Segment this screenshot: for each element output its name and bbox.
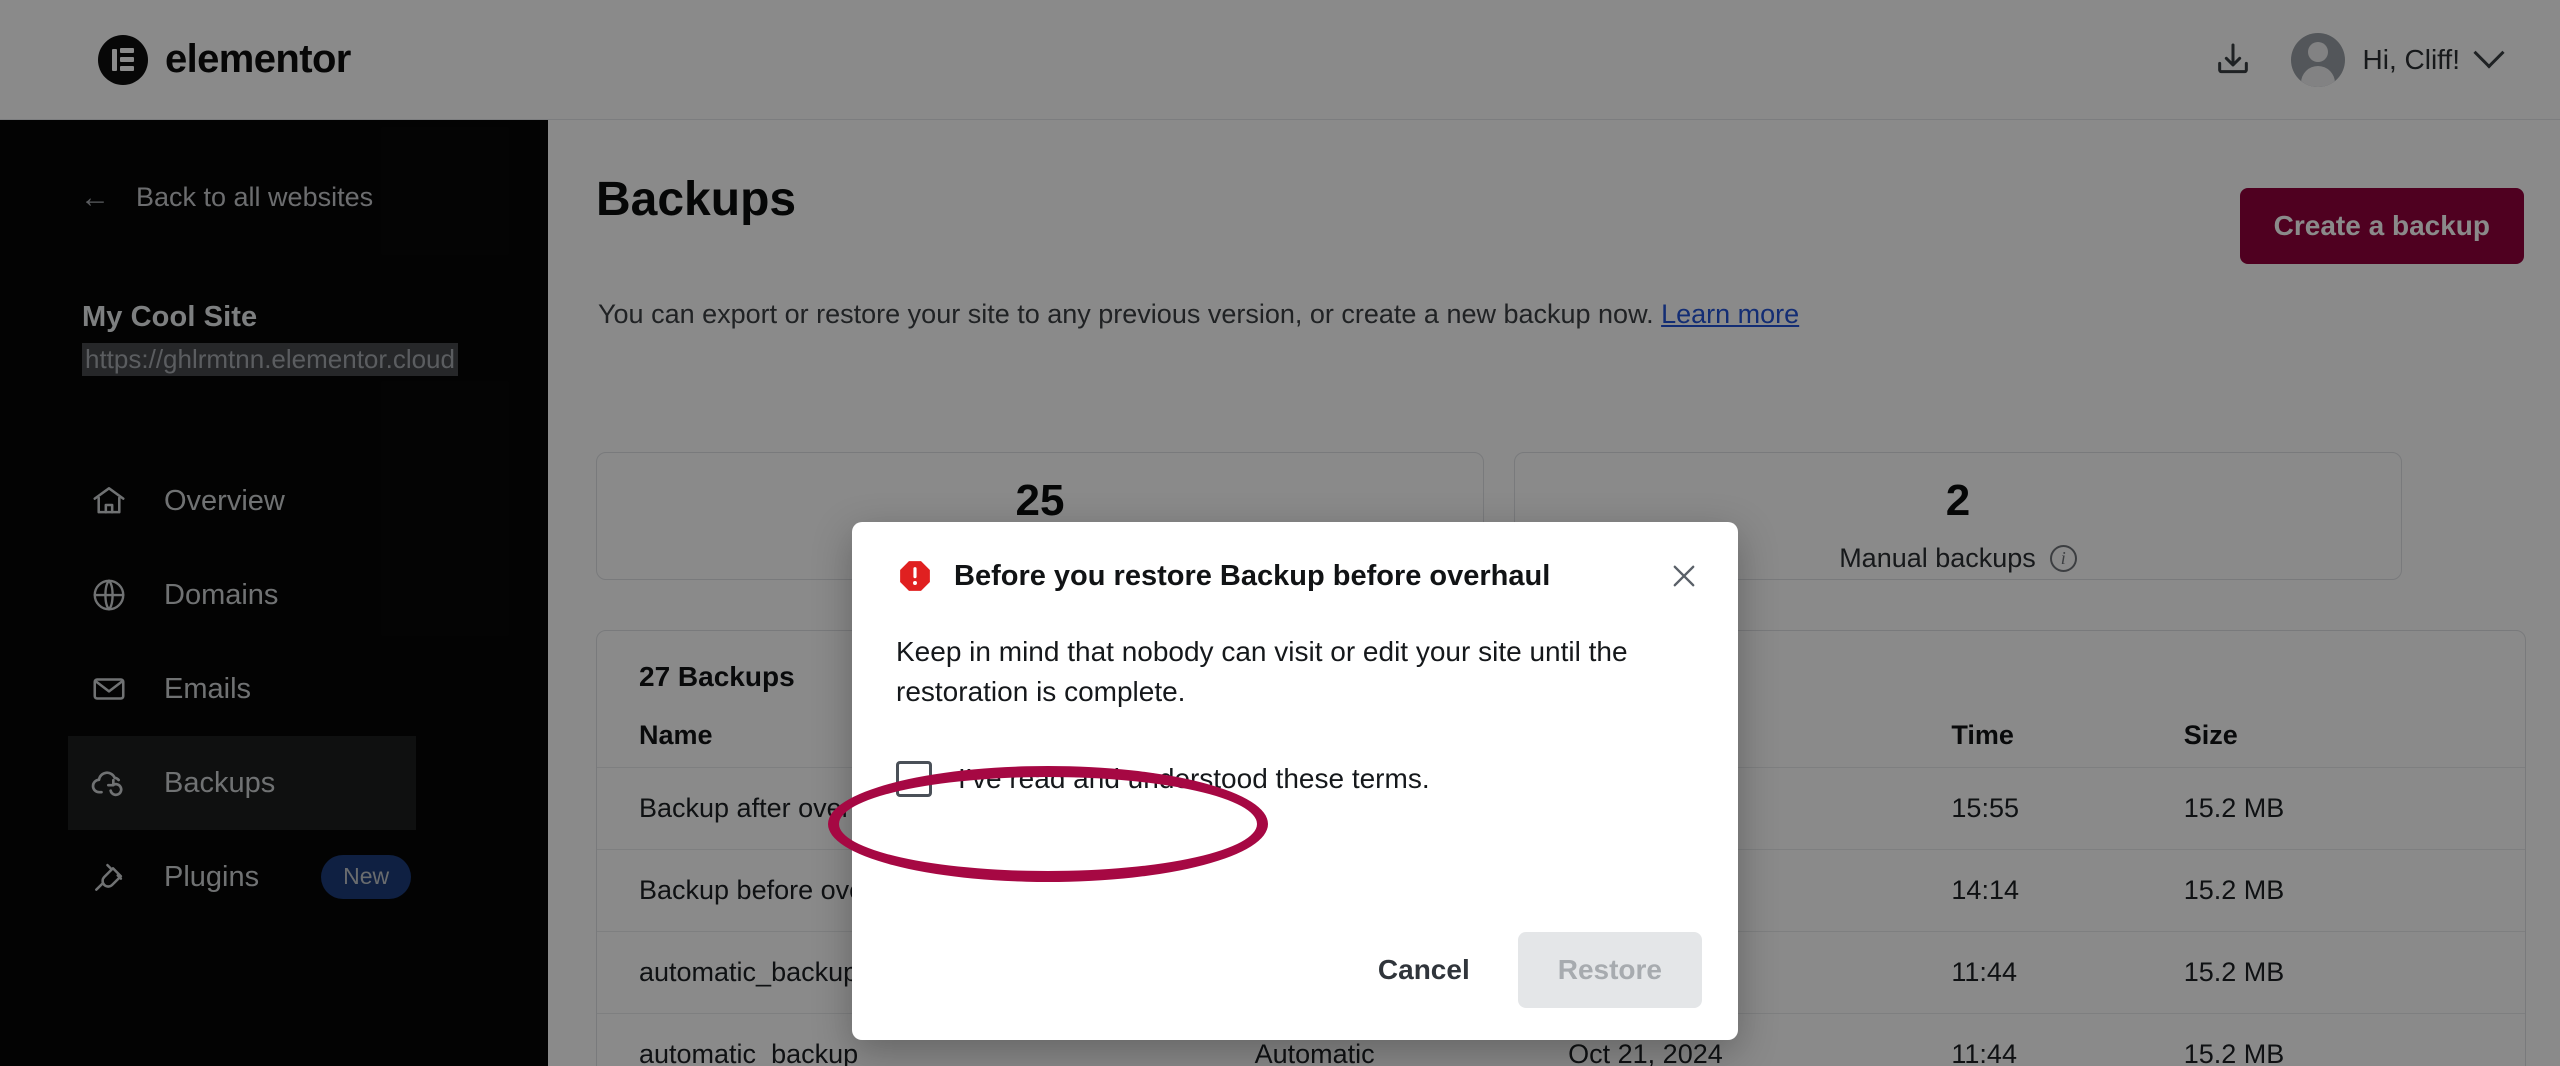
app-root: elementor Hi, Cliff! ← Back to all websi…: [0, 0, 2560, 1066]
terms-checkbox-label[interactable]: I’ve read and understood these terms.: [958, 763, 1430, 795]
dialog-footer: Cancel Restore: [1350, 932, 1702, 1008]
restore-button[interactable]: Restore: [1517, 932, 1702, 1008]
close-icon[interactable]: [1664, 556, 1704, 596]
terms-checkbox[interactable]: [896, 760, 932, 797]
cancel-button[interactable]: Cancel: [1350, 934, 1498, 1006]
terms-agreement-row: I’ve read and understood these terms.: [896, 760, 1668, 797]
restore-confirmation-dialog: Before you restore Backup before overhau…: [852, 522, 1738, 1040]
dialog-header: Before you restore Backup before overhau…: [852, 522, 1738, 596]
dialog-message: Keep in mind that nobody can visit or ed…: [896, 636, 1628, 708]
dialog-body: Keep in mind that nobody can visit or ed…: [852, 596, 1738, 797]
alert-octagon-icon: [896, 557, 934, 595]
dialog-title: Before you restore Backup before overhau…: [954, 559, 1551, 592]
